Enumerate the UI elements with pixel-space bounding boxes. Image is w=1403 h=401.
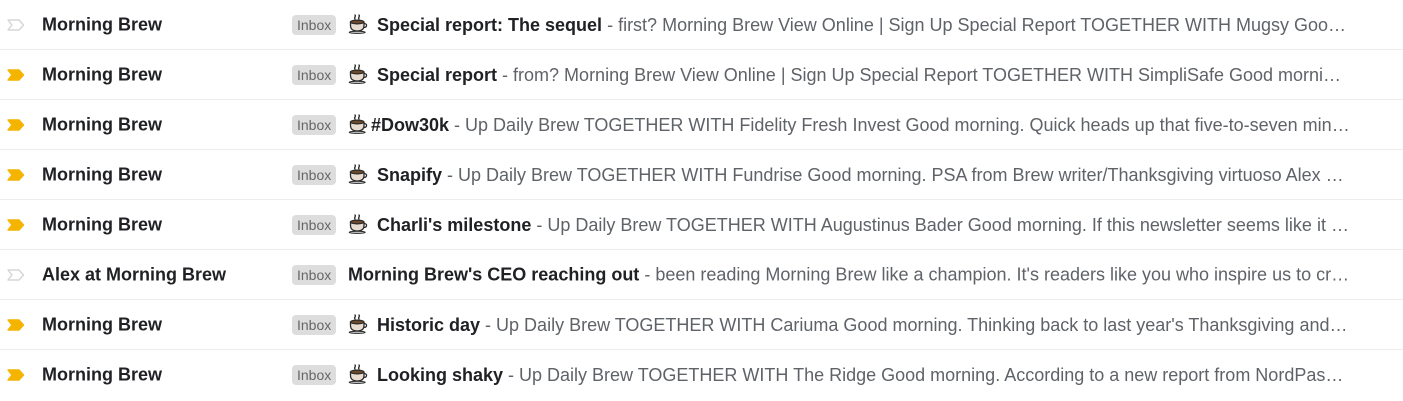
email-subject: Historic day xyxy=(377,314,481,335)
sender-name: Morning Brew xyxy=(42,364,162,385)
email-snippet: Up Daily Brew TOGETHER WITH Cariuma Good… xyxy=(496,314,1351,335)
sender-name: Morning Brew xyxy=(42,114,162,134)
email-row[interactable]: Morning Brew Inbox Looking shaky - Up Da… xyxy=(0,350,1403,400)
inbox-label[interactable]: Inbox xyxy=(292,114,337,135)
email-snippet: Up Daily Brew TOGETHER WITH Augustinus B… xyxy=(547,214,1351,235)
email-subject: Looking shaky xyxy=(377,365,504,385)
email-content[interactable]: Special report - from? Morning Brew View… xyxy=(348,63,1351,86)
coffee-cup-icon xyxy=(348,13,370,34)
sender-name: Alex at Morning Brew xyxy=(42,264,227,284)
email-content[interactable]: Morning Brew's CEO reaching out - been r… xyxy=(348,264,1351,285)
importance-marker-icon[interactable] xyxy=(7,369,25,381)
inbox-label[interactable]: Inbox xyxy=(292,14,337,35)
email-row[interactable]: Morning Brew Inbox Charli's milestone - … xyxy=(0,200,1403,250)
separator: - xyxy=(480,314,497,335)
email-row[interactable]: Morning Brew Inbox Special report: The s… xyxy=(0,0,1403,50)
email-content[interactable]: #Dow30k - Up Daily Brew TOGETHER WITH Fi… xyxy=(348,113,1351,136)
separator: - xyxy=(531,214,548,235)
email-content[interactable]: Looking shaky - Up Daily Brew TOGETHER W… xyxy=(348,364,1351,386)
email-content[interactable]: Snapify - Up Daily Brew TOGETHER WITH Fu… xyxy=(348,163,1351,186)
email-content[interactable]: Special report: The sequel - first? Morn… xyxy=(348,13,1351,36)
separator: - xyxy=(442,164,459,185)
email-list: Morning Brew Inbox Special report: The s… xyxy=(0,0,1403,401)
email-snippet: from? Morning Brew View Online | Sign Up… xyxy=(513,64,1351,85)
email-subject: Special report xyxy=(377,64,498,85)
inbox-label[interactable]: Inbox xyxy=(292,164,337,185)
separator: - xyxy=(639,264,656,284)
coffee-cup-icon xyxy=(348,113,370,134)
separator: - xyxy=(602,14,619,35)
inbox-label[interactable]: Inbox xyxy=(292,64,337,85)
email-subject: #Dow30k xyxy=(371,114,450,135)
sender-name: Morning Brew xyxy=(42,214,162,234)
coffee-cup-icon xyxy=(348,313,370,334)
email-content[interactable]: Charli's milestone - Up Daily Brew TOGET… xyxy=(348,213,1351,236)
separator: - xyxy=(497,64,514,85)
email-subject: Charli's milestone xyxy=(377,214,532,235)
email-row[interactable]: Alex at Morning Brew Inbox Morning Brew'… xyxy=(0,250,1403,300)
email-snippet: Up Daily Brew TOGETHER WITH Fundrise Goo… xyxy=(458,164,1351,185)
email-row[interactable]: Morning Brew Inbox Historic day - Up Dai… xyxy=(0,300,1403,350)
coffee-cup-icon xyxy=(348,63,370,84)
email-row[interactable]: Morning Brew Inbox Special report - from… xyxy=(0,50,1403,100)
importance-marker-icon[interactable] xyxy=(7,68,25,81)
inbox-label[interactable]: Inbox xyxy=(292,214,337,235)
sender-name: Morning Brew xyxy=(42,164,162,184)
email-subject: Morning Brew's CEO reaching out xyxy=(348,264,640,284)
importance-marker-icon[interactable] xyxy=(7,18,25,31)
importance-marker-icon[interactable] xyxy=(7,268,25,281)
sender-name: Morning Brew xyxy=(42,64,162,84)
coffee-cup-icon xyxy=(348,213,370,234)
separator: - xyxy=(503,365,520,385)
inbox-label[interactable]: Inbox xyxy=(292,314,337,335)
importance-marker-icon[interactable] xyxy=(7,118,25,131)
importance-marker-icon[interactable] xyxy=(7,218,25,231)
email-row[interactable]: Morning Brew Inbox #Dow30k - Up Daily Br… xyxy=(0,100,1403,150)
email-snippet: Up Daily Brew TOGETHER WITH The Ridge Go… xyxy=(519,365,1351,385)
coffee-cup-icon xyxy=(348,163,370,184)
email-snippet: Up Daily Brew TOGETHER WITH Fidelity Fre… xyxy=(465,114,1351,135)
importance-marker-icon[interactable] xyxy=(7,168,25,181)
coffee-cup-icon xyxy=(348,364,370,384)
email-subject: Snapify xyxy=(377,164,443,185)
sender-name: Morning Brew xyxy=(42,314,162,334)
email-subject: Special report: The sequel xyxy=(377,14,603,35)
importance-marker-icon[interactable] xyxy=(7,318,25,331)
email-content[interactable]: Historic day - Up Daily Brew TOGETHER WI… xyxy=(348,313,1351,336)
separator: - xyxy=(449,114,466,135)
email-snippet: been reading Morning Brew like a champio… xyxy=(655,264,1351,284)
sender-name: Morning Brew xyxy=(42,14,162,34)
email-snippet: first? Morning Brew View Online | Sign U… xyxy=(618,14,1351,35)
inbox-label[interactable]: Inbox xyxy=(292,264,337,285)
inbox-label[interactable]: Inbox xyxy=(292,365,337,385)
email-row[interactable]: Morning Brew Inbox Snapify - Up Daily Br… xyxy=(0,150,1403,200)
